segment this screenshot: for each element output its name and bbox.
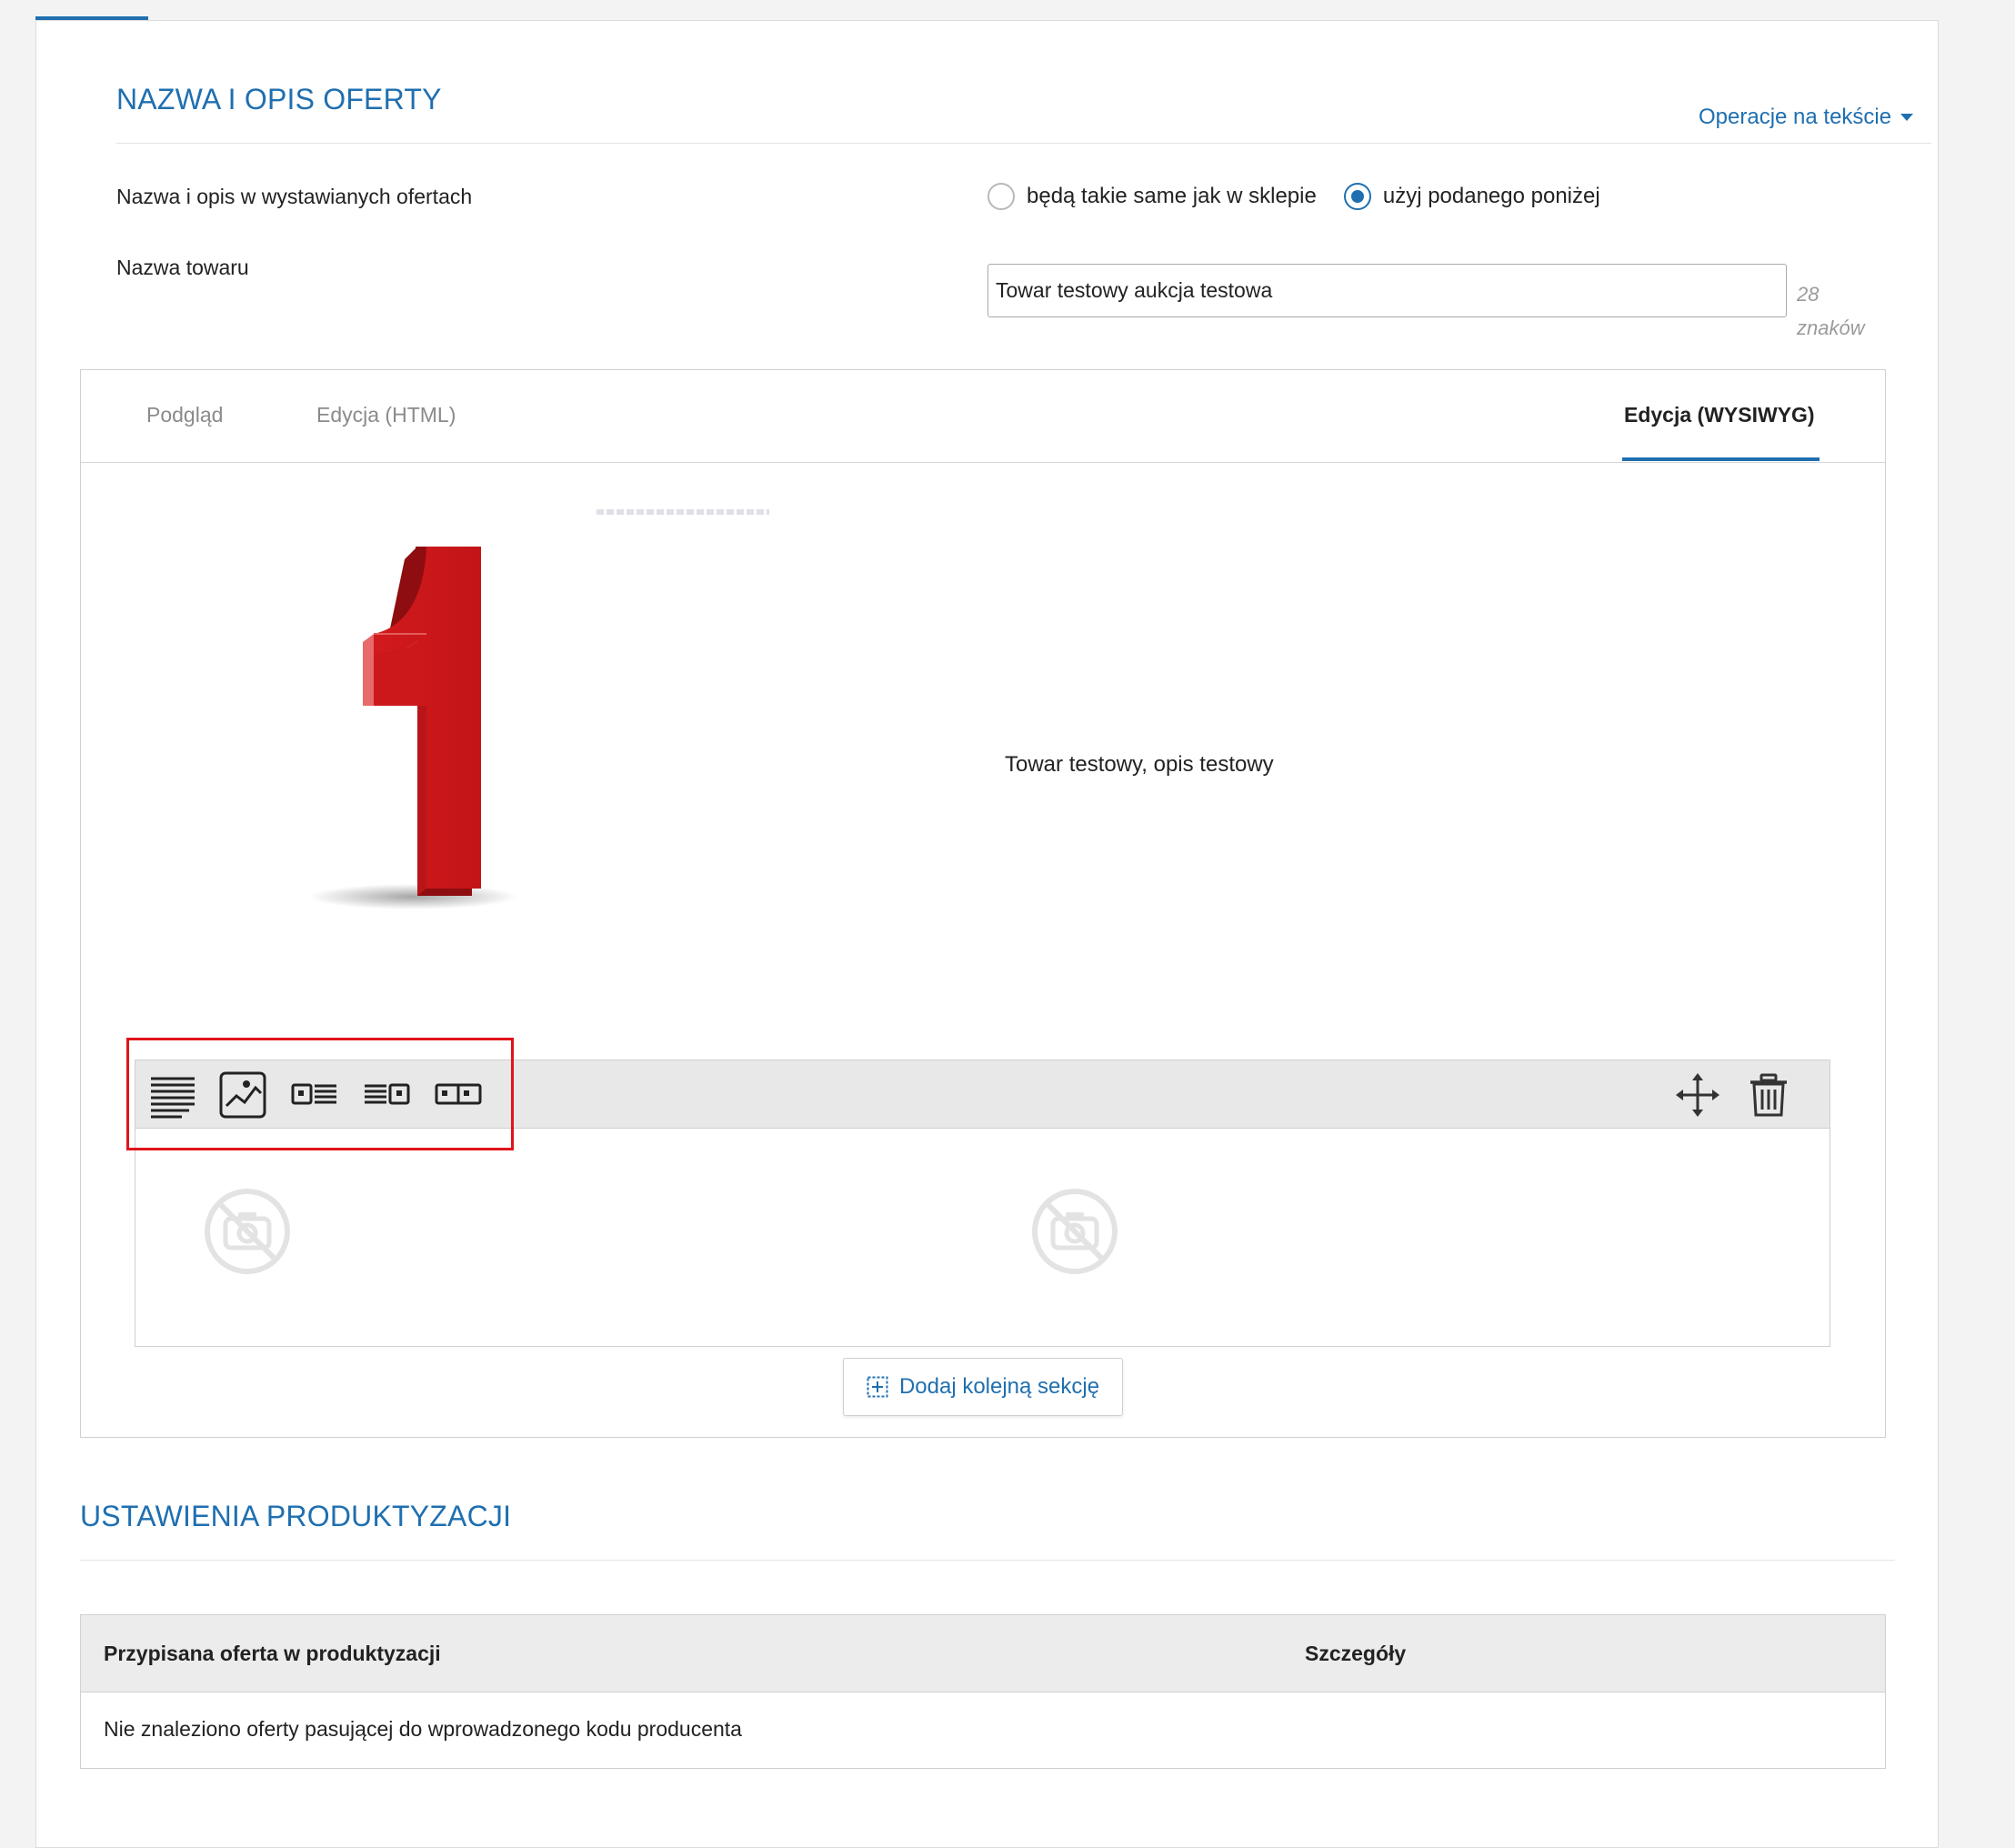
description-editor: Podgląd Edycja (HTML) Edycja (WYSIWYG) T… <box>80 369 1886 1438</box>
two-images-layout-button[interactable] <box>433 1070 484 1120</box>
main-panel: NAZWA I OPIS OFERTY Operacje na tekście … <box>35 20 1939 1848</box>
section-title-offer-name: NAZWA I OPIS OFERTY <box>116 83 442 116</box>
text-left-image-right-layout-button[interactable] <box>361 1070 412 1120</box>
name-desc-source-label: Nazwa i opis w wystawianych ofertach <box>116 185 473 208</box>
editor-tabs: Podgląd Edycja (HTML) Edycja (WYSIWYG) <box>81 370 1885 463</box>
two-images-icon <box>435 1083 482 1105</box>
add-section-label: Dodaj kolejną sekcję <box>898 1374 1100 1399</box>
move-section-button[interactable] <box>1672 1070 1723 1120</box>
product-name-input[interactable] <box>987 264 1787 317</box>
image-left-text-right-icon <box>291 1083 336 1105</box>
no-image-icon <box>1032 1189 1118 1274</box>
image-placeholder-right[interactable] <box>1031 1188 1118 1275</box>
delete-section-button[interactable] <box>1743 1070 1794 1120</box>
top-strip <box>0 0 2015 22</box>
table-header: Przypisana oferta w produktyzacji Szczeg… <box>81 1615 1885 1692</box>
name-desc-source-radio-group: będą takie same jak w sklepie użyj podan… <box>987 183 1628 210</box>
section-title-productization: USTAWIENIA PRODUKTYZACJI <box>80 1500 512 1532</box>
divider <box>116 143 1931 144</box>
tab-preview[interactable]: Podgląd <box>146 403 223 427</box>
table-row-empty-message: Nie znaleziono oferty pasującej do wprow… <box>104 1717 742 1741</box>
radio-circle-unchecked[interactable] <box>987 183 1015 210</box>
text-only-layout-button[interactable] <box>147 1070 198 1120</box>
trash-icon <box>1750 1073 1787 1117</box>
image-only-layout-button[interactable] <box>217 1070 268 1120</box>
description-text[interactable]: Towar testowy, opis testowy <box>1005 752 1274 778</box>
column-header-assigned-offer: Przypisana oferta w produktyzacji <box>104 1642 441 1665</box>
caret-down-icon <box>1900 114 1914 121</box>
image-tiny-caption <box>596 509 769 515</box>
radio-circle-checked[interactable] <box>1343 183 1371 210</box>
radio-same-as-shop-label: będą takie same jak w sklepie <box>1027 184 1317 208</box>
move-arrows-icon <box>1676 1073 1719 1117</box>
char-count-unit: znaków <box>1797 316 1865 339</box>
tab-wysiwyg-edit[interactable]: Edycja (WYSIWYG) <box>1624 403 1815 427</box>
radio-use-below-label: użyj podanego poniżej <box>1382 184 1600 208</box>
text-operations-label: Operacje na tekście <box>1699 105 1892 129</box>
active-tab-underline <box>1622 457 1820 461</box>
column-header-details: Szczegóły <box>1305 1642 1407 1665</box>
add-section-icon <box>867 1376 888 1398</box>
product-name-char-count: 28 znaków <box>1797 277 1879 345</box>
no-image-icon <box>205 1189 290 1274</box>
text-operations-dropdown[interactable]: Operacje na tekście <box>1699 105 1914 130</box>
image-left-text-right-layout-button[interactable] <box>289 1070 340 1120</box>
productization-table: Przypisana oferta w produktyzacji Szczeg… <box>80 1614 1886 1769</box>
add-section-button[interactable]: Dodaj kolejną sekcję <box>843 1358 1123 1416</box>
radio-same-as-shop[interactable]: będą takie same jak w sklepie <box>987 183 1317 210</box>
tab-html-edit[interactable]: Edycja (HTML) <box>316 403 456 427</box>
char-count-number: 28 <box>1797 283 1820 306</box>
divider <box>80 1560 1895 1561</box>
radio-use-below[interactable]: użyj podanego poniżej <box>1343 183 1600 210</box>
section-toolbar <box>135 1060 1830 1129</box>
image-only-icon <box>219 1071 266 1119</box>
product-image[interactable] <box>208 483 717 938</box>
number-one-image <box>308 547 517 909</box>
image-placeholder-left[interactable] <box>204 1188 291 1275</box>
product-name-label: Nazwa towaru <box>116 256 249 279</box>
editor-section <box>135 1060 1830 1347</box>
text-left-image-right-icon <box>365 1083 410 1105</box>
text-only-icon <box>151 1077 195 1119</box>
